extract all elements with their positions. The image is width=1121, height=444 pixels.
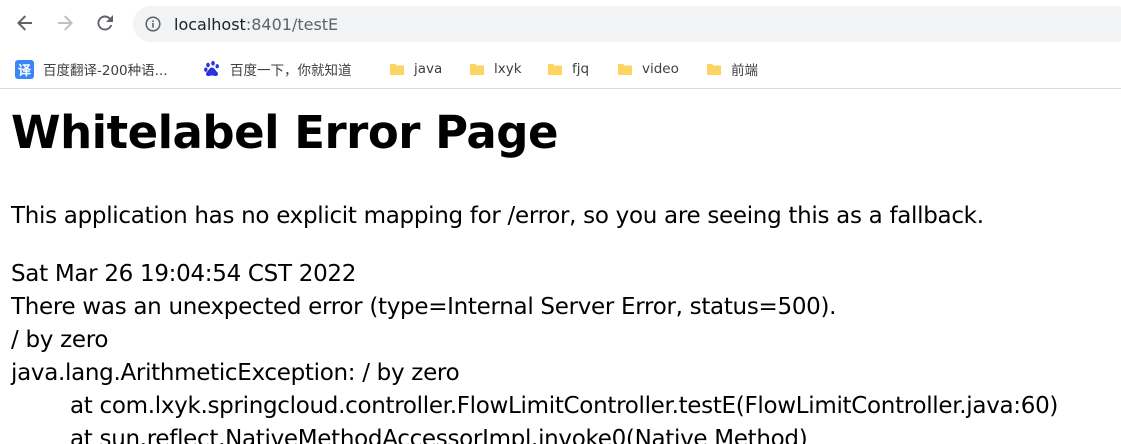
forward-button[interactable] [51, 9, 79, 37]
bookmark-label: fjq [572, 61, 590, 77]
bookmark-label: video [642, 61, 679, 77]
url-path: :8401/testE [245, 14, 339, 34]
fanyi-icon: 译 [15, 59, 34, 79]
arrow-left-icon [17, 15, 32, 31]
error-timestamp: Sat Mar 26 19:04:54 CST 2022 [11, 261, 357, 287]
address-bar[interactable]: localhost:8401/testE [133, 6, 1121, 42]
bookmark-folder-lxyk[interactable]: lxyk [469, 57, 522, 81]
bookmark-folder-qianduan[interactable]: 前端 [706, 57, 758, 81]
folder-icon [470, 64, 484, 75]
bookmark-folder-java[interactable]: java [389, 57, 442, 81]
bookmark-folder-fjq[interactable]: fjq [547, 57, 589, 81]
reload-button[interactable] [91, 9, 119, 37]
error-summary: There was an unexpected error (type=Inte… [11, 294, 837, 320]
bookmark-label: java [414, 61, 443, 77]
info-icon [145, 16, 161, 32]
stack-trace-line: at com.lxyk.springcloud.controller.FlowL… [70, 393, 1059, 419]
page-title: Whitelabel Error Page [11, 106, 559, 159]
site-info-button[interactable] [144, 15, 162, 33]
folder-icon [390, 64, 404, 75]
url-text[interactable]: localhost:8401/testE [174, 15, 338, 34]
reload-icon [97, 15, 113, 31]
bookmark-label: 前端 [731, 63, 758, 79]
folder-icon [707, 64, 721, 75]
bookmark-folder-video[interactable]: video [617, 57, 679, 81]
folder-icon [548, 64, 562, 75]
baidu-paw-icon [204, 61, 219, 77]
bookmark-label: 百度一下，你就知道 [230, 63, 352, 79]
bookmark-baidu-fanyi[interactable]: 译 百度翻译-200种语... [15, 57, 168, 81]
folder-icon [618, 64, 632, 75]
browser-chrome: localhost:8401/testE 译 百度翻译-200种语... 百度一… [0, 0, 1121, 89]
error-description: This application has no explicit mapping… [11, 203, 984, 229]
bookmark-label: 百度翻译-200种语... [43, 63, 168, 79]
exception-line: java.lang.ArithmeticException: / by zero [11, 360, 460, 386]
bookmark-baidu[interactable]: 百度一下，你就知道 [203, 57, 352, 81]
url-host: localhost [174, 14, 246, 34]
bookmark-label: lxyk [494, 61, 522, 77]
arrow-right-icon [58, 15, 73, 31]
stack-trace-line: at sun.reflect.NativeMethodAccessorImpl.… [70, 426, 808, 444]
back-button[interactable] [11, 9, 39, 37]
bookmarks-bar: 译 百度翻译-200种语... 百度一下，你就知道 java lxyk fjq [0, 50, 1121, 89]
browser-toolbar: localhost:8401/testE [0, 0, 1121, 50]
error-message: / by zero [11, 327, 109, 353]
